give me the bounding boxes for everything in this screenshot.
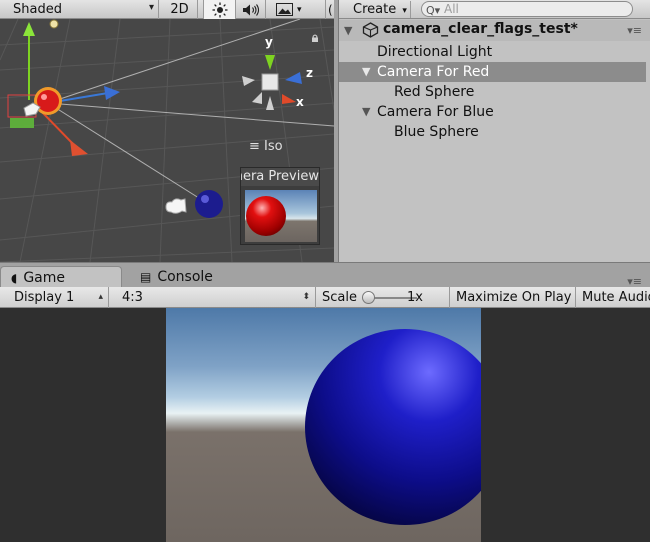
aspect-value: 4:3 <box>122 290 143 305</box>
game-render-frame <box>166 308 481 542</box>
sun-icon <box>212 2 227 17</box>
scale-label: Scale <box>322 290 357 305</box>
hierarchy-item-label: Camera For Red <box>377 64 490 80</box>
hierarchy-toolbar: Create ▾ Q▾ All <box>339 0 650 19</box>
hierarchy-panel: Create ▾ Q▾ All ▼ camera_clear_flags_tes… <box>338 0 650 262</box>
scene-toolbar: Shaded ▾ 2D ▾ ( <box>0 0 334 19</box>
bottom-tab-bar: ◖ Game ▤ Console ▾≡ <box>0 262 650 288</box>
mute-label: Mute Audio <box>582 290 650 305</box>
maximize-on-play-toggle[interactable]: Maximize On Play <box>450 287 576 308</box>
lock-icon[interactable] <box>311 34 319 42</box>
hierarchy-item-label: Red Sphere <box>394 84 475 100</box>
camera-preview-render <box>245 190 317 242</box>
hierarchy-item-label: Directional Light <box>377 44 493 60</box>
console-icon: ▤ <box>140 270 152 284</box>
scene-header-row[interactable]: ▼ camera_clear_flags_test* <box>339 20 650 41</box>
axis-z-label: z <box>306 66 313 80</box>
2d-toggle-label: 2D <box>170 2 189 17</box>
tab-console[interactable]: ▤ Console <box>130 266 242 288</box>
tab-game-label: Game <box>23 270 66 286</box>
move-gizmo-y-arrow[interactable] <box>23 22 35 100</box>
gizmos-dropdown[interactable]: ( <box>326 0 334 19</box>
scale-value: 1x <box>407 290 423 305</box>
directional-light-icon[interactable] <box>49 19 59 29</box>
panel-menu-icon[interactable]: ▾≡ <box>627 24 642 37</box>
chevron-down-icon: ▾ <box>402 6 407 16</box>
hierarchy-item-label: Blue Sphere <box>394 124 479 140</box>
hierarchy-item-camera-for-red[interactable]: ▼ Camera For Red <box>339 62 646 82</box>
speaker-icon <box>242 3 259 16</box>
aspect-ratio-dropdown[interactable]: 4:3 ⬍ <box>116 287 316 308</box>
camera-preview: Camera Preview <box>240 167 320 245</box>
scene-effects-dropdown[interactable]: ▾ <box>268 0 326 19</box>
preview-red-sphere <box>246 196 286 236</box>
scene-audio-toggle[interactable] <box>236 0 266 19</box>
hierarchy-item-label: Camera For Blue <box>377 104 494 120</box>
shading-mode-label: Shaded <box>13 2 62 17</box>
maximize-label: Maximize On Play <box>456 290 572 305</box>
blue-sphere-object[interactable] <box>195 190 223 218</box>
game-toolbar: Display 1 ▴ 4:3 ⬍ Scale 1x Maximize On P… <box>0 287 650 308</box>
search-placeholder: All <box>444 2 459 16</box>
scene-lighting-toggle[interactable] <box>203 0 236 19</box>
updown-icon: ▴ <box>98 292 103 302</box>
updown-icon: ⬍ <box>302 292 310 302</box>
hierarchy-search-input[interactable]: Q▾ All <box>421 1 633 17</box>
chevron-down-icon: ▾ <box>297 4 302 15</box>
unity-scene-icon <box>362 22 379 38</box>
hierarchy-item-blue-sphere[interactable]: Blue Sphere <box>339 122 646 142</box>
hierarchy-item-camera-for-blue[interactable]: ▼ Camera For Blue <box>339 102 646 122</box>
camera-preview-title: Camera Preview <box>241 168 319 186</box>
mute-audio-toggle[interactable]: Mute Audio <box>576 287 650 308</box>
game-blue-sphere <box>305 329 481 525</box>
scale-control: Scale 1x <box>316 287 450 308</box>
hierarchy-item-red-sphere[interactable]: Red Sphere <box>339 82 646 102</box>
camera-icon[interactable] <box>165 198 187 214</box>
search-icon: Q▾ <box>426 4 441 17</box>
2d-toggle-button[interactable]: 2D <box>162 0 198 19</box>
foldout-arrow-icon[interactable]: ▼ <box>362 102 370 122</box>
tab-console-label: Console <box>157 269 213 285</box>
display-value: Display 1 <box>14 290 75 305</box>
orientation-gizmo[interactable] <box>242 55 302 110</box>
chevron-down-icon: ▾ <box>148 2 154 13</box>
foldout-arrow-icon[interactable]: ▼ <box>344 24 352 37</box>
game-view[interactable] <box>0 308 650 542</box>
axis-y-label: y <box>265 35 273 49</box>
projection-toggle[interactable]: ≡ Iso <box>249 139 283 154</box>
scene-name: camera_clear_flags_test* <box>383 21 578 37</box>
foldout-arrow-icon[interactable]: ▼ <box>362 62 370 82</box>
image-icon <box>276 3 293 16</box>
display-dropdown[interactable]: Display 1 ▴ <box>8 287 109 308</box>
projection-label: Iso <box>264 139 283 154</box>
shading-mode-dropdown[interactable]: Shaded ▾ <box>0 0 159 19</box>
create-label: Create <box>353 2 397 17</box>
hierarchy-item-directional-light[interactable]: Directional Light <box>339 42 646 62</box>
hamburger-icon: ≡ <box>249 139 260 154</box>
scale-slider-thumb[interactable] <box>362 291 375 304</box>
gizmos-truncated-icon: ( <box>328 2 333 17</box>
tab-game[interactable]: ◖ Game <box>0 266 122 288</box>
scene-view[interactable]: Shaded ▾ 2D ▾ (y z x ≡ Iso era Preview <box>0 0 334 262</box>
selected-camera-gizmo[interactable] <box>7 87 62 128</box>
axis-x-label: x <box>296 95 304 109</box>
create-dropdown[interactable]: Create ▾ <box>345 1 411 18</box>
move-gizmo-x-arrow[interactable] <box>39 109 88 156</box>
pacman-icon: ◖ <box>11 271 18 285</box>
